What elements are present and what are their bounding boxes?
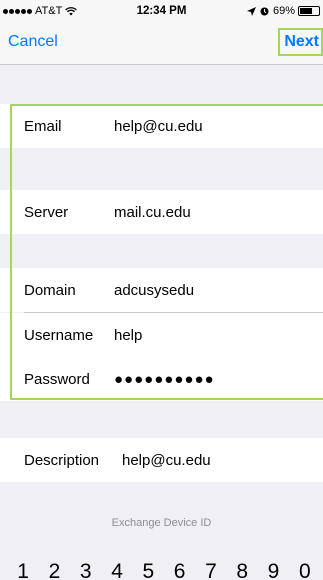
location-arrow-icon xyxy=(246,6,256,16)
next-button[interactable]: Next xyxy=(278,28,323,56)
navigation-bar: Cancel Next xyxy=(0,22,323,65)
key-0[interactable]: 0 xyxy=(292,560,318,580)
battery-icon xyxy=(298,6,320,16)
cancel-button[interactable]: Cancel xyxy=(8,33,58,51)
key-2[interactable]: 2 xyxy=(41,560,67,580)
key-7[interactable]: 7 xyxy=(198,560,224,580)
exchange-device-id-label: Exchange Device ID xyxy=(111,517,212,529)
status-right: 69% xyxy=(246,5,320,17)
battery-fill xyxy=(300,8,313,14)
description-row[interactable]: Description help@cu.edu xyxy=(0,438,323,482)
alarm-icon xyxy=(260,7,269,15)
battery-percent: 69% xyxy=(272,5,295,17)
description-label: Description xyxy=(24,451,100,469)
status-bar: AT&T 12:34 PM 69% xyxy=(0,0,323,22)
key-9[interactable]: 9 xyxy=(260,560,286,580)
description-field[interactable]: help@cu.edu xyxy=(122,452,211,469)
key-3[interactable]: 3 xyxy=(73,560,99,580)
account-fields-highlight xyxy=(10,104,323,400)
keyboard-number-row: 1 2 3 4 5 6 7 8 9 0 xyxy=(0,560,323,580)
key-4[interactable]: 4 xyxy=(104,560,130,580)
key-5[interactable]: 5 xyxy=(135,560,161,580)
key-1[interactable]: 1 xyxy=(10,560,36,580)
key-8[interactable]: 8 xyxy=(229,560,255,580)
key-6[interactable]: 6 xyxy=(166,560,192,580)
